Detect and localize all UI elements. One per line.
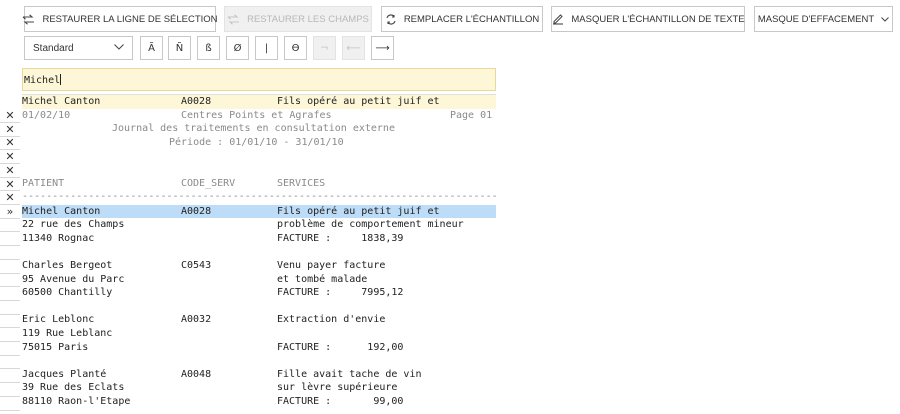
report-line: 95 Avenue du Parc et tombé malade [22,273,368,285]
report-line: 75015 Paris FACTURE : 192,00 [22,341,404,353]
insert-o-slash-button[interactable]: Ø [226,36,249,60]
report-line: 11340 Rognac FACTURE : 1838,39 [22,232,404,244]
matched-line: Michel Canton A0028 Fils opéré au petit … [22,95,496,109]
style-select[interactable]: Standard [24,36,133,60]
restore-fields-label: RESTAURER LES CHAMPS [247,13,369,25]
selected-line[interactable]: Michel Canton A0028 Fils opéré au petit … [22,204,496,219]
insert-not-sign-button[interactable]: ¬ [313,36,336,60]
arrow-left-button[interactable]: ⟵ [342,36,365,60]
report-line: Charles Bergeot C0543 Venu payer facture [22,259,386,271]
report-line: 01/02/10 Centres Points et Agrafes Page … [22,109,493,121]
mask-text-sample-label: MASQUER L'ÉCHANTILLON DE TEXTE [571,13,745,25]
insert-eszett-button[interactable]: ß [197,36,220,60]
insert-n-tilde-button[interactable]: Ñ [168,36,191,60]
arrow-right-button[interactable]: ⟶ [371,36,394,60]
insert-theta-button[interactable]: ϴ [284,36,307,60]
remove-line-icon[interactable]: ✕ [0,122,20,136]
remove-line-icon[interactable]: ✕ [0,164,20,178]
report-line: Eric Leblonc A0032 Extraction d'envie [22,314,386,326]
report-line: 60500 Chantilly FACTURE : 7995,12 [22,287,404,299]
erase-mask-label: MASQUE D'EFFACEMENT [757,13,875,25]
divider-line: ----------------------------------------… [22,191,496,203]
remove-line-icon[interactable]: ✕ [0,191,20,205]
remove-line-icon[interactable]: ✕ [0,150,20,164]
replace-sample-label: REMPLACER L'ÉCHANTILLON [403,13,540,25]
restore-selection-line-button[interactable]: RESTAURER LA LIGNE DE SÉLECTION [23,6,218,32]
restore-icon [227,13,240,25]
report-line: 88110 Raon-l'Etape FACTURE : 99,00 [22,395,404,407]
report-line: Période : 01/01/10 - 31/01/10 [169,136,344,148]
restore-selection-line-label: RESTAURER LA LIGNE DE SÉLECTION [42,13,218,25]
report-line: Journal des traitements en consultation … [112,123,395,135]
search-input[interactable]: Michel [22,68,496,91]
current-line-marker-icon: » [6,204,14,218]
report-line: 119 Rue Leblanc [22,327,113,339]
insert-pipe-button[interactable]: | [255,36,278,60]
replace-sample-button[interactable]: REMPLACER L'ÉCHANTILLON [381,6,543,32]
replace-icon [386,13,396,25]
insert-a-tilde-button[interactable]: Ã [140,36,163,60]
style-select-value: Standard [33,42,74,54]
search-value: Michel [24,75,61,86]
edit-icon [553,14,564,25]
report-line: 39 Rue des Eclats sur lèvre supérieure [22,382,398,394]
text-caret [60,74,62,85]
chevron-down-icon [114,44,124,50]
erase-mask-dropdown[interactable]: MASQUE D'EFFACEMENT [754,6,893,32]
remove-line-icon[interactable]: ✕ [0,177,20,191]
report-line: Jacques Planté A0048 Fille avait tache d… [22,368,422,380]
remove-line-icon[interactable]: ✕ [0,136,20,150]
restore-icon [23,13,35,25]
chevron-down-icon [881,16,890,22]
report-line: 22 rue des Champs problème de comporteme… [22,219,464,231]
remove-line-icon[interactable]: ✕ [0,109,20,123]
mask-text-sample-button[interactable]: MASQUER L'ÉCHANTILLON DE TEXTE [551,6,745,32]
column-headers: PATIENT CODE_SERV SERVICES [22,177,326,189]
restore-fields-button[interactable]: RESTAURER LES CHAMPS [224,6,372,32]
